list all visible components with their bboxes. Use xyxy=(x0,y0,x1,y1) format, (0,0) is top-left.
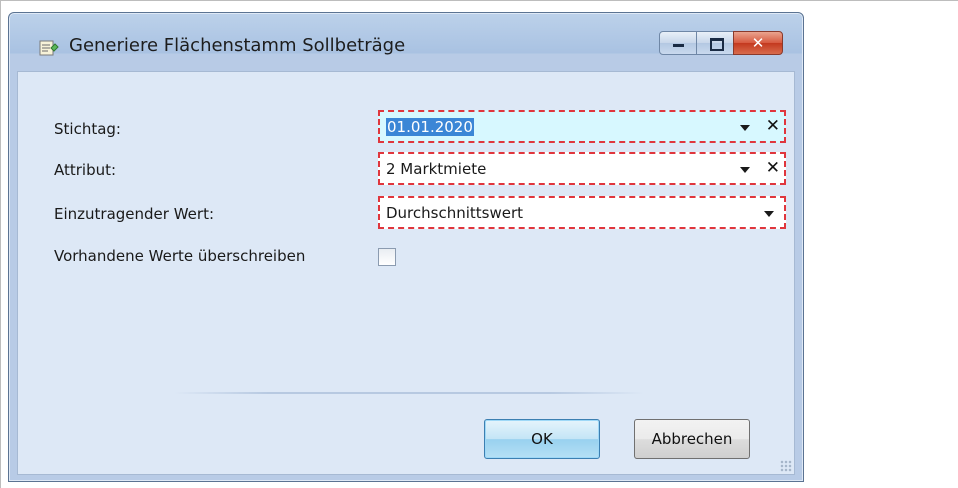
dropdown-arrow-icon[interactable] xyxy=(740,167,750,173)
minimize-icon xyxy=(673,44,684,47)
attribut-select[interactable]: 2 Marktmiete ✕ xyxy=(378,152,786,185)
einzutragender-wert-select[interactable]: Durchschnittswert xyxy=(378,196,786,229)
dropdown-arrow-icon[interactable] xyxy=(764,211,774,217)
title-bar[interactable]: Generiere Flächenstamm Sollbeträge ✕ xyxy=(9,13,803,71)
close-icon: ✕ xyxy=(751,34,765,52)
page-border-top xyxy=(0,0,958,1)
resize-grip[interactable] xyxy=(780,460,792,472)
form-edit-icon xyxy=(39,39,59,57)
stichtag-label: Stichtag: xyxy=(54,120,121,138)
clear-icon[interactable]: ✕ xyxy=(766,116,780,136)
dropdown-arrow-icon[interactable] xyxy=(740,125,750,131)
stichtag-date-picker[interactable]: 01.01.2020 ✕ xyxy=(378,110,786,143)
dialog-window: Generiere Flächenstamm Sollbeträge ✕ Sti… xyxy=(8,12,804,482)
maximize-icon xyxy=(710,38,724,51)
einzutragender-wert-label: Einzutragender Wert: xyxy=(54,205,214,223)
maximize-button[interactable] xyxy=(696,31,734,55)
window-controls: ✕ xyxy=(659,31,783,55)
ueberschreiben-label: Vorhandene Werte überschreiben xyxy=(54,247,306,265)
attribut-label: Attribut: xyxy=(54,161,117,179)
dialog-title: Generiere Flächenstamm Sollbeträge xyxy=(69,35,406,56)
close-button[interactable]: ✕ xyxy=(733,31,783,55)
minimize-button[interactable] xyxy=(659,31,697,55)
separator xyxy=(174,392,644,394)
ueberschreiben-checkbox[interactable] xyxy=(378,248,396,266)
cancel-button[interactable]: Abbrechen xyxy=(634,419,750,459)
attribut-value: 2 Marktmiete xyxy=(386,160,487,178)
stichtag-value[interactable]: 01.01.2020 xyxy=(386,118,474,136)
clear-icon[interactable]: ✕ xyxy=(766,158,780,178)
dialog-body: Stichtag: 01.01.2020 ✕ Attribut: 2 Markt… xyxy=(17,71,795,475)
ok-button[interactable]: OK xyxy=(484,419,600,459)
einzutragender-wert-value: Durchschnittswert xyxy=(386,204,524,222)
page-border-left xyxy=(0,0,1,488)
